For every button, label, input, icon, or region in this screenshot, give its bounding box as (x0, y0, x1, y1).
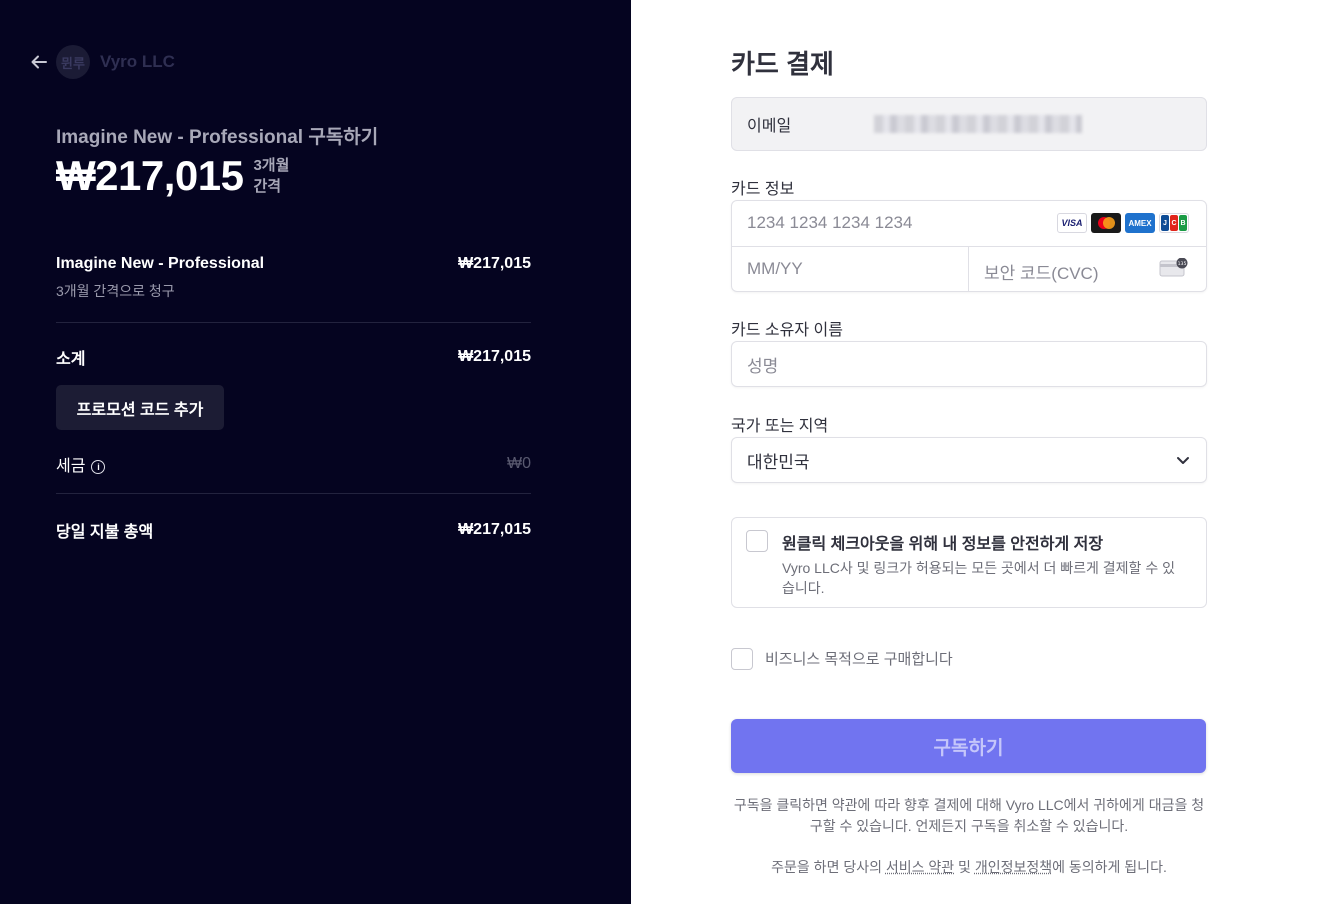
amex-icon: AMEX (1125, 213, 1155, 233)
cvc-icon-number: 135 (1178, 261, 1187, 267)
total-label: 당일 지불 총액 (56, 524, 154, 541)
card-info-label: 카드 정보 (731, 181, 795, 198)
subscription-title: Imagine New - Professional 구독하기 (56, 127, 379, 148)
line-item-amount: ₩217,015 (458, 255, 531, 272)
card-info-group: 1234 1234 1234 1234 VISA AMEX JCB MM/YY … (731, 200, 1207, 292)
card-number-input[interactable]: 1234 1234 1234 1234 (747, 213, 912, 233)
chevron-down-icon (1177, 457, 1189, 464)
subtotal-amount: ₩217,015 (458, 348, 531, 365)
line-item: Imagine New - Professional ₩217,015 3개월 … (56, 255, 531, 301)
back-arrow-icon[interactable] (30, 53, 48, 71)
terms-of-service-link[interactable]: 서비스 약관 (886, 859, 954, 875)
cardholder-name-input[interactable]: 성명 (731, 341, 1207, 387)
divider (968, 246, 969, 292)
payment-form-panel: 카드 결제 이메일 카드 정보 1234 1234 1234 1234 VISA… (631, 0, 1331, 904)
save-info-description: Vyro LLC사 및 링크가 허용되는 모든 곳에서 더 빠르게 결제할 수 … (782, 560, 1175, 596)
business-purchase-checkbox[interactable] (731, 648, 753, 670)
legal-text: 및 (954, 859, 975, 875)
cvc-card-icon: 135 (1159, 258, 1188, 277)
subscription-price: ₩217,015 (56, 152, 244, 199)
subtotal-row: 소계 ₩217,015 (56, 345, 531, 369)
country-value: 대한민국 (747, 452, 810, 472)
cardholder-name-label: 카드 소유자 이름 (731, 322, 843, 339)
save-info-title: 원클릭 체크아웃을 위해 내 정보를 안전하게 저장 (782, 536, 1104, 553)
subscribe-button[interactable]: 구독하기 (731, 719, 1206, 773)
tax-label: 세금 (56, 458, 86, 475)
divider (56, 493, 531, 494)
total-row: 당일 지불 총액 ₩217,015 (56, 518, 531, 542)
card-expiry-input[interactable]: MM/YY (747, 259, 803, 279)
tax-row: 세금 i ₩0 (56, 452, 531, 476)
legal-agreement: 주문을 하면 당사의 서비스 약관 및 개인정보정책에 동의하게 됩니다. (731, 857, 1207, 878)
add-promo-code-button[interactable]: 프로모션 코드 추가 (56, 385, 224, 430)
country-label: 국가 또는 지역 (731, 418, 829, 435)
line-item-name: Imagine New - Professional (56, 255, 265, 272)
merchant-logo: 뮌루 (56, 45, 90, 79)
tax-amount: ₩0 (507, 455, 531, 472)
subtotal-label: 소계 (56, 351, 86, 368)
total-amount: ₩217,015 (458, 521, 531, 538)
jcb-icon: JCB (1159, 213, 1189, 233)
divider (56, 322, 531, 323)
card-brand-list: VISA AMEX JCB (1057, 213, 1189, 233)
email-label: 이메일 (747, 118, 792, 135)
price-display: ₩217,015 3개월 간격 (56, 152, 301, 200)
legal-text: 에 동의하게 됩니다. (1052, 859, 1167, 875)
order-summary-panel: 뮌루 Vyro LLC Imagine New - Professional 구… (0, 0, 631, 904)
card-cvc-input[interactable]: 보안 코드(CVC) (984, 259, 1099, 284)
visa-icon: VISA (1057, 213, 1087, 233)
payment-form-title: 카드 결제 (731, 49, 834, 79)
merchant-name: Vyro LLC (100, 52, 175, 71)
mastercard-icon (1091, 213, 1121, 233)
subscription-terms: 구독을 클릭하면 약관에 따라 향후 결제에 대해 Vyro LLC에서 귀하에… (733, 797, 1205, 834)
divider (732, 246, 1206, 247)
save-info-checkbox[interactable] (746, 530, 768, 552)
email-value-redacted (874, 115, 1082, 133)
save-info-option: 원클릭 체크아웃을 위해 내 정보를 안전하게 저장 Vyro LLC사 및 링… (731, 517, 1207, 608)
privacy-policy-link[interactable]: 개인정보정책 (975, 859, 1052, 875)
business-purchase-label[interactable]: 비즈니스 목적으로 구매합니다 (765, 648, 953, 669)
legal-text: 주문을 하면 당사의 (771, 859, 886, 875)
merchant-header: 뮌루 Vyro LLC (30, 45, 175, 79)
info-icon[interactable]: i (91, 459, 106, 474)
email-field[interactable]: 이메일 (731, 97, 1207, 151)
billing-period: 3개월 간격 (253, 157, 290, 195)
line-item-billing: 3개월 간격으로 청구 (56, 283, 175, 299)
country-select[interactable]: 대한민국 (731, 437, 1207, 483)
